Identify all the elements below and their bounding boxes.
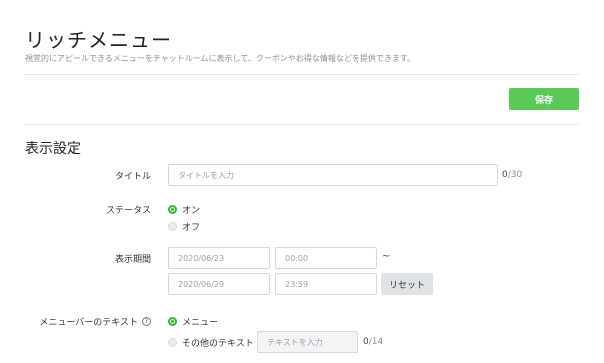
menu-text-default-label: メニュー	[182, 318, 219, 328]
menu-text-char-counter: 0/14	[363, 337, 383, 347]
menu-text-default-radio[interactable]: メニュー	[168, 315, 218, 328]
question-circle-icon[interactable]: ?	[142, 317, 151, 326]
radio-unselected-icon	[168, 338, 177, 347]
start-time-input[interactable]: 00:00	[275, 247, 377, 269]
status-on-radio[interactable]: オン	[168, 203, 200, 216]
menu-bar-text-label-group: メニューバーのテキスト ?	[21, 315, 151, 328]
radio-selected-icon	[168, 205, 177, 214]
radio-unselected-icon	[168, 222, 177, 231]
end-time-input[interactable]: 23:59	[275, 273, 377, 295]
period-separator: ~	[382, 251, 391, 262]
menu-text-char-max: /14	[368, 337, 384, 347]
section-divider	[25, 124, 579, 125]
title-char-max: /30	[507, 170, 523, 180]
start-date-input[interactable]: 2020/06/23	[168, 247, 270, 269]
menu-bar-text-label: メニューバーのテキスト	[39, 318, 138, 328]
radio-selected-icon	[168, 317, 177, 326]
custom-menu-text-input[interactable]: テキストを入力	[257, 331, 358, 353]
section-title: 表示設定	[25, 141, 81, 157]
header-divider	[25, 74, 579, 75]
title-char-counter: 0/30	[502, 170, 522, 180]
title-label: タイトル	[114, 172, 151, 182]
page-description: 視覚的にアピールできるメニューをチャットルームに表示して、クーポンやお得な情報な…	[25, 54, 416, 63]
status-on-label: オン	[182, 206, 201, 216]
page-title: リッチメニュー	[25, 28, 172, 52]
status-off-radio[interactable]: オフ	[168, 220, 200, 233]
menu-text-custom-radio[interactable]: その他のテキスト	[168, 336, 254, 349]
title-input[interactable]: タイトルを入力	[168, 164, 498, 186]
end-date-input[interactable]: 2020/06/29	[168, 273, 270, 295]
save-button[interactable]: 保存	[509, 88, 579, 110]
menu-text-custom-label: その他のテキスト	[182, 339, 254, 349]
period-label: 表示期間	[114, 255, 151, 265]
reset-button[interactable]: リセット	[381, 273, 433, 295]
status-label: ステータス	[105, 206, 151, 216]
status-off-label: オフ	[182, 223, 201, 233]
